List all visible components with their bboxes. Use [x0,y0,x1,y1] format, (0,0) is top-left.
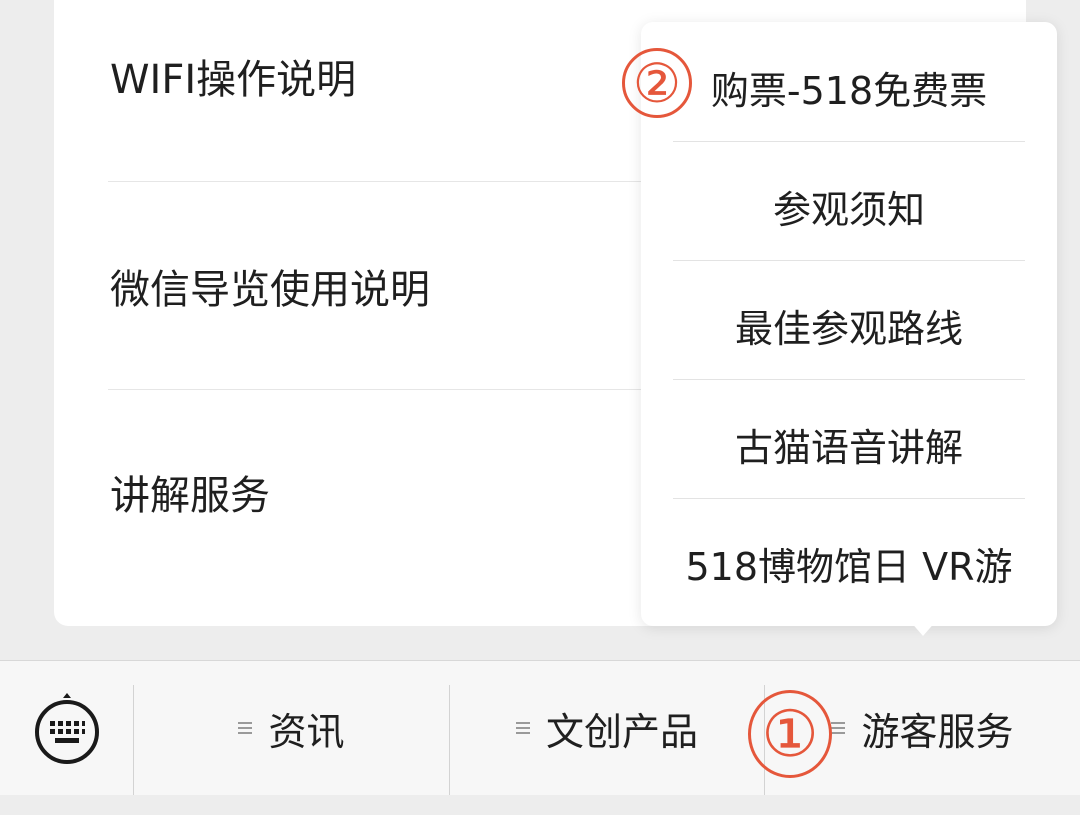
menu-divider [673,498,1025,499]
step-2-annotation: ② [622,48,692,118]
tab-label: 文创产品 [545,709,698,754]
tab-label: 游客服务 [861,709,1014,754]
menu-item-audio-guide[interactable]: 古猫语音讲解 [641,385,1057,503]
list-item-label: 微信导览使用说明 [110,267,430,313]
menu-lines-icon [238,719,253,737]
tab-news[interactable]: 资讯 [134,661,449,815]
bottom-menu-bar: 资讯 文创产品 游客服务 [0,660,1080,795]
menu-divider [673,379,1025,380]
menu-item-best-route[interactable]: 最佳参观路线 [641,266,1057,384]
tab-label: 资讯 [268,709,345,754]
menu-divider [673,260,1025,261]
popup-arrow [909,620,937,636]
tab-creative-products[interactable]: 文创产品 [450,661,764,815]
menu-item-buy-ticket[interactable]: 购票-518免费票 [641,28,1057,146]
keyboard-toggle-button[interactable] [0,661,133,795]
menu-item-label: 古猫语音讲解 [734,425,963,470]
visitor-service-popup-menu: 购票-518免费票 参观须知 最佳参观路线 古猫语音讲解 518博物馆日 VR游 [641,22,1057,626]
menu-item-visit-notice[interactable]: 参观须知 [641,147,1057,265]
menu-item-label: 参观须知 [772,187,925,232]
menu-divider [673,141,1025,142]
menu-item-label: 最佳参观路线 [734,306,963,351]
step-1-annotation: ① [748,690,832,778]
list-item-label: WIFI操作说明 [110,57,357,103]
menu-lines-icon [515,719,530,737]
menu-item-label: 购票-518免费票 [710,68,988,113]
menu-lines-icon [831,719,846,737]
list-item-label: 讲解服务 [110,473,270,519]
menu-item-label: 518博物馆日 VR游 [685,544,1013,589]
keyboard-icon [34,693,99,764]
menu-item-vr-tour[interactable]: 518博物馆日 VR游 [641,504,1057,622]
